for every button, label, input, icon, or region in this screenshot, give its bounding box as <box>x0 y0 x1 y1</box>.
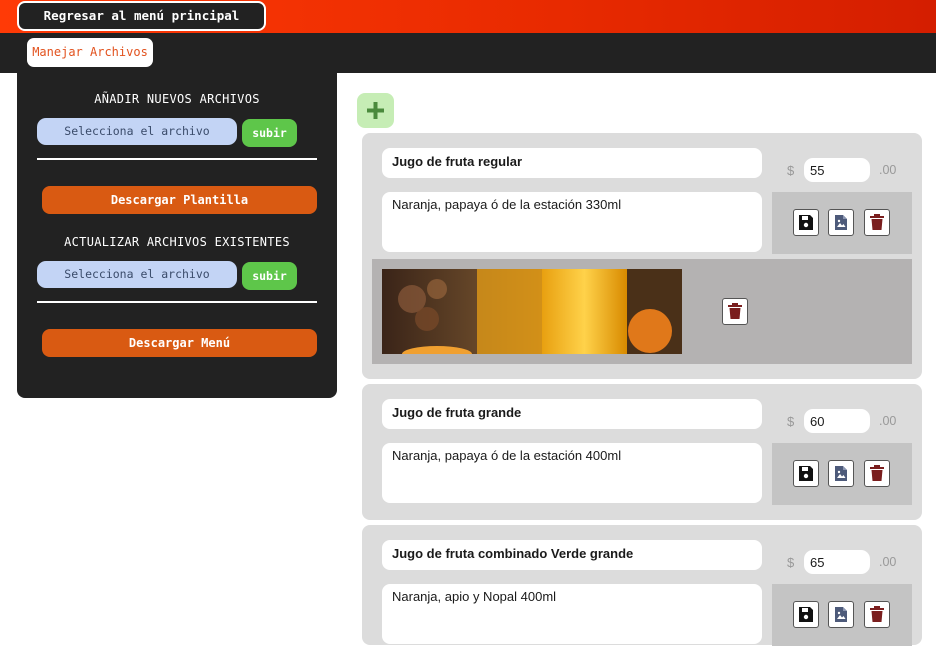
delete-product-button[interactable] <box>864 460 890 487</box>
update-file-picker[interactable]: Selecciona el archivo <box>37 261 237 288</box>
download-template-button[interactable]: Descargar Plantilla <box>42 186 317 214</box>
trash-icon <box>870 214 884 230</box>
save-icon <box>799 466 813 481</box>
currency-symbol: $ <box>787 414 795 429</box>
product-image-area <box>372 259 912 364</box>
product-card: Jugo de fruta combinado Verde grande Nar… <box>362 525 922 646</box>
upload-image-button[interactable] <box>828 209 854 236</box>
product-actions <box>772 192 912 254</box>
update-files-title: ACTUALIZAR ARCHIVOS EXISTENTES <box>64 235 290 249</box>
image-icon <box>835 607 847 622</box>
tab-manage-files[interactable]: Manejar Archivos <box>27 38 153 67</box>
product-card: Jugo de fruta regular Naranja, papaya ó … <box>362 133 922 379</box>
product-description-field[interactable]: Naranja, papaya ó de la estación 400ml <box>382 443 762 503</box>
trash-icon <box>870 606 884 622</box>
price-cents: .00 <box>879 414 897 428</box>
upload-image-button[interactable] <box>828 460 854 487</box>
trash-icon <box>870 465 884 481</box>
sidebar-divider <box>37 158 317 160</box>
product-actions <box>772 443 912 505</box>
add-product-button[interactable] <box>357 93 394 128</box>
file-management-sidebar: AÑADIR NUEVOS ARCHIVOS Selecciona el arc… <box>17 73 337 398</box>
nav-bar: Manejar Archivos <box>0 33 936 73</box>
product-description-field[interactable]: Naranja, apio y Nopal 400ml <box>382 584 762 644</box>
top-bar: Regresar al menú principal <box>0 0 936 33</box>
save-icon <box>799 215 813 230</box>
delete-image-button[interactable] <box>722 298 748 325</box>
price-input[interactable] <box>804 158 870 182</box>
image-icon <box>835 466 847 481</box>
product-description-field[interactable]: Naranja, papaya ó de la estación 330ml <box>382 192 762 252</box>
price-cents: .00 <box>879 555 897 569</box>
add-file-picker[interactable]: Selecciona el archivo <box>37 118 237 145</box>
price-cents: .00 <box>879 163 897 177</box>
price-input[interactable] <box>804 550 870 574</box>
back-to-main-menu-button[interactable]: Regresar al menú principal <box>17 1 266 31</box>
sidebar-divider <box>37 301 317 303</box>
plus-icon <box>367 102 384 119</box>
product-name-field[interactable]: Jugo de fruta regular <box>382 148 762 178</box>
add-upload-button[interactable]: subir <box>242 119 297 147</box>
price-input[interactable] <box>804 409 870 433</box>
save-icon <box>799 607 813 622</box>
product-image <box>382 269 682 354</box>
save-button[interactable] <box>793 460 819 487</box>
download-menu-button[interactable]: Descargar Menú <box>42 329 317 357</box>
delete-product-button[interactable] <box>864 209 890 236</box>
add-files-title: AÑADIR NUEVOS ARCHIVOS <box>94 92 260 106</box>
product-card: Jugo de fruta grande Naranja, papaya ó d… <box>362 384 922 520</box>
currency-symbol: $ <box>787 555 795 570</box>
currency-symbol: $ <box>787 163 795 178</box>
update-upload-button[interactable]: subir <box>242 262 297 290</box>
product-name-field[interactable]: Jugo de fruta grande <box>382 399 762 429</box>
product-actions <box>772 584 912 646</box>
image-icon <box>835 215 847 230</box>
product-name-field[interactable]: Jugo de fruta combinado Verde grande <box>382 540 762 570</box>
trash-icon <box>728 303 742 319</box>
save-button[interactable] <box>793 209 819 236</box>
